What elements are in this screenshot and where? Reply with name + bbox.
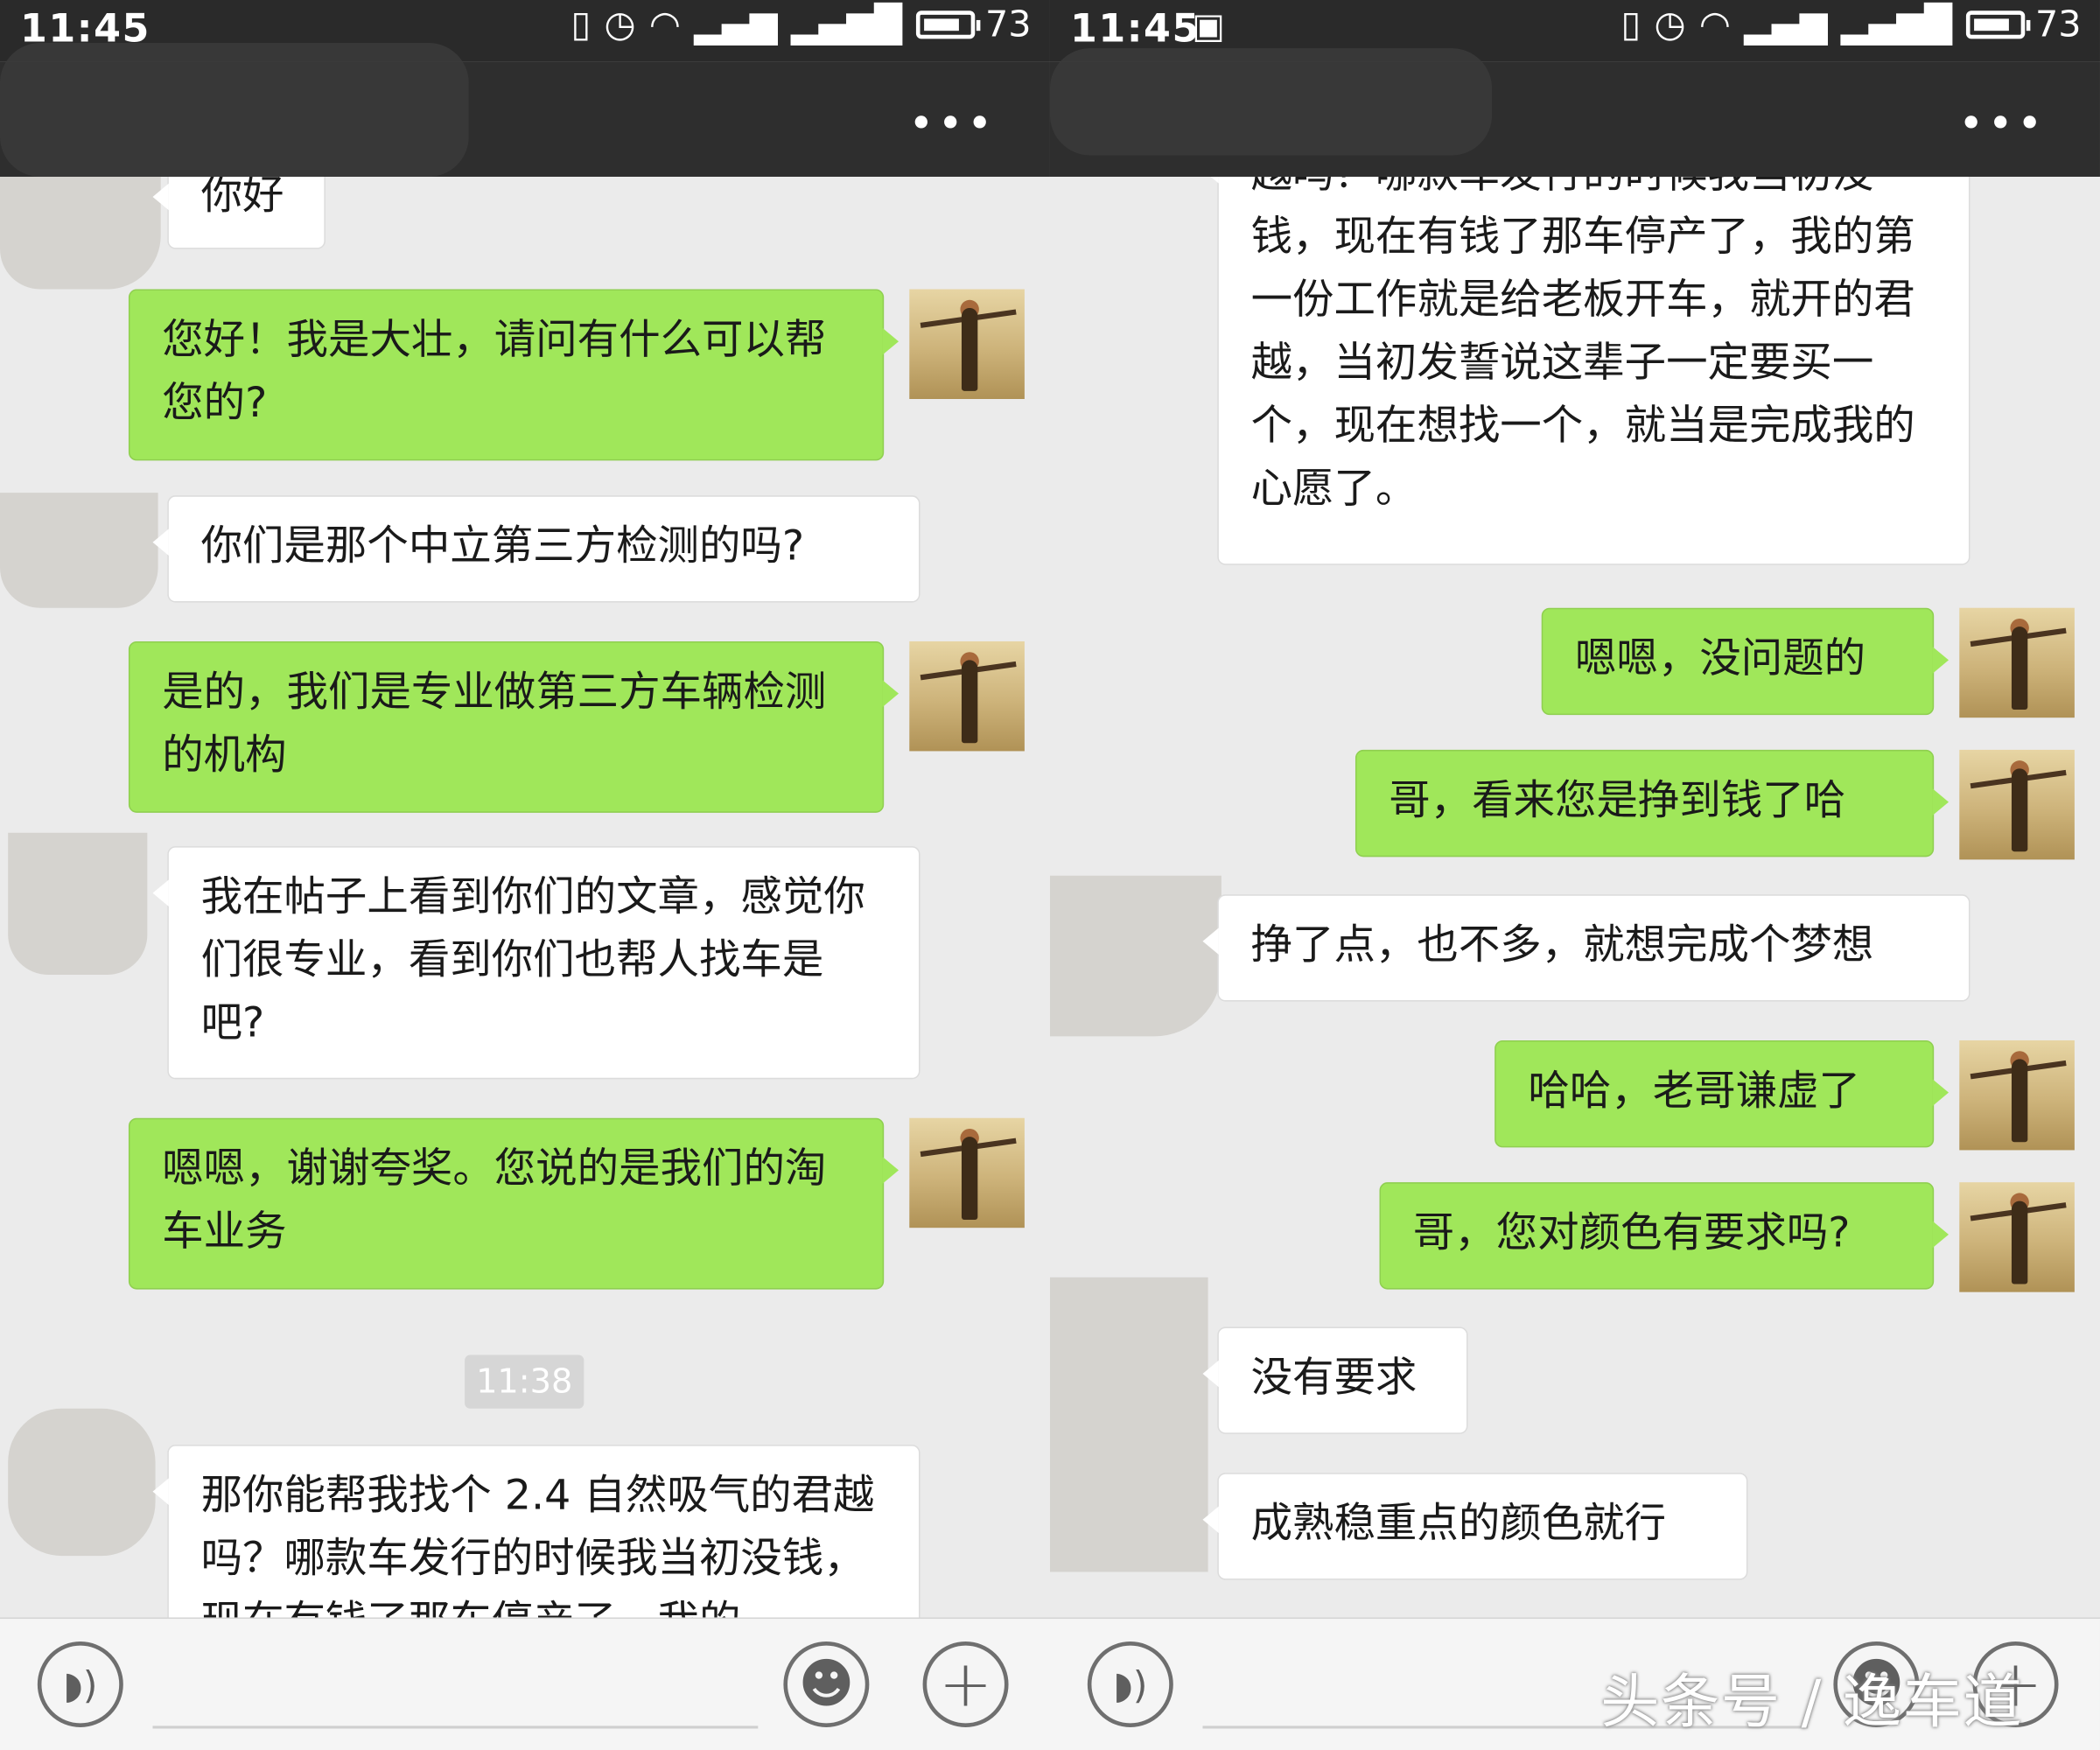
alarm-icon: ◷ <box>604 4 636 46</box>
redacted-avatar <box>0 493 158 608</box>
message-bubble-incoming: 我在帖子上看到你们的文章，感觉你们很专业，看到你们也帮人找车是吧? <box>152 846 920 1080</box>
voice-icon[interactable]: ◗) <box>1087 1642 1173 1727</box>
status-icons: ▯ ◷ ◠ ▂▄▆ ▂▄▆█ 73 <box>570 4 1031 46</box>
redacted-contact-name <box>1049 48 1493 156</box>
redacted-avatar <box>8 1408 156 1557</box>
battery-level: 73 <box>2034 4 2082 46</box>
wifi-icon: ◠ <box>1698 4 1731 46</box>
message-bubble-incoming: 你好 <box>152 176 326 249</box>
wifi-icon: ◠ <box>648 4 681 46</box>
avatar[interactable] <box>1959 607 2075 718</box>
right-chat-screen: 11:45 ▣ ▯ ◷ ◠ ▂▄▆ ▂▄▆█ 73 ••• 越吗？哪款车发行的时… <box>1049 0 2100 1750</box>
status-icons: ▯ ◷ ◠ ▂▄▆ ▂▄▆█ 73 <box>1620 4 2081 46</box>
message-bubble-incoming: 那你能帮我找个 2.4 自然吸气的君越吗？哪款车发行的时候我当初没钱，现在有钱了… <box>152 1445 920 1618</box>
signal-icon: ▂▄▆█ <box>1840 4 1953 46</box>
plus-icon[interactable]: + <box>922 1642 1009 1727</box>
message-bubble-outgoing: 哈哈，老哥谦虚了 <box>1494 1040 1950 1148</box>
signal-icon: ▂▄▆ <box>694 4 778 46</box>
battery-level: 73 <box>984 4 1032 46</box>
message-bubble-outgoing: 哥，您对颜色有要求吗? <box>1379 1182 1950 1290</box>
avatar[interactable] <box>1959 1040 2075 1151</box>
voice-icon[interactable]: ◗) <box>37 1642 123 1727</box>
redacted-avatar <box>8 832 148 975</box>
message-bubble-incoming: 成熟稳重点的颜色就行 <box>1202 1473 1748 1580</box>
redacted-avatar <box>0 176 161 290</box>
avatar[interactable] <box>1959 749 2075 860</box>
message-bubble-incoming: 你们是那个中立第三方检测的吗? <box>152 495 920 603</box>
avatar[interactable] <box>909 1117 1025 1228</box>
message-bubble-outgoing: 嗯嗯，没问题的 <box>1541 607 1950 716</box>
battery-indicator: 73 <box>1965 4 2082 46</box>
message-bubble-incoming: 挣了点，也不多，就想完成个梦想 <box>1202 894 1970 1002</box>
battery-icon <box>915 10 980 39</box>
message-bubble-outgoing: 是的，我们是专业做第三方车辆检测的机构 <box>128 640 900 813</box>
battery-indicator: 73 <box>915 4 1032 46</box>
chat-header: ••• <box>1049 48 2100 177</box>
screenshot-composite: 11:45 ▯ ◷ ◠ ▂▄▆ ▂▄▆█ 73 ••• 你好 您好！我是大壮，请… <box>0 0 2100 1750</box>
vibrate-icon: ▯ <box>570 4 592 46</box>
input-bar: ◗) ☻ + <box>0 1617 1050 1750</box>
left-chat-screen: 11:45 ▯ ◷ ◠ ▂▄▆ ▂▄▆█ 73 ••• 你好 您好！我是大壮，请… <box>0 0 1050 1750</box>
redacted-avatar <box>1049 1277 1208 1572</box>
watermark: 头条号 / 逸车道 <box>1600 1668 2024 1737</box>
signal-icon: ▂▄▆ <box>1744 4 1828 46</box>
alarm-icon: ◷ <box>1654 4 1686 46</box>
more-icon[interactable]: ••• <box>1958 102 2046 144</box>
redacted-avatar <box>1049 875 1222 1037</box>
image-icon: ▣ <box>1192 6 1225 47</box>
chat-timestamp: 11:38 <box>465 1354 584 1409</box>
redacted-contact-name <box>0 42 469 177</box>
message-input[interactable] <box>152 1726 759 1729</box>
avatar[interactable] <box>909 289 1025 399</box>
avatar[interactable] <box>909 640 1025 752</box>
chat-header: ••• <box>0 42 1050 177</box>
message-list[interactable]: 越吗？哪款车发行的时候我当初没钱，现在有钱了那车停产了，我的第一份工作就是给老板… <box>1049 176 2100 1617</box>
status-time: 11:45 <box>1069 5 1200 52</box>
message-bubble-incoming: 越吗？哪款车发行的时候我当初没钱，现在有钱了那车停产了，我的第一份工作就是给老板… <box>1202 176 1970 565</box>
message-list[interactable]: 你好 您好！我是大壮，请问有什么可以帮您的? 你们是那个中立第三方检测的吗? 是… <box>0 176 1050 1618</box>
message-bubble-outgoing: 哥，看来您是挣到钱了哈 <box>1354 749 1950 858</box>
message-bubble-outgoing: 嗯嗯，谢谢夸奖。您说的是我们的淘车业务 <box>128 1117 900 1290</box>
signal-icon: ▂▄▆█ <box>790 4 903 46</box>
emoji-icon[interactable]: ☻ <box>783 1642 870 1727</box>
avatar[interactable] <box>1959 1182 2075 1292</box>
more-icon[interactable]: ••• <box>908 102 996 144</box>
vibrate-icon: ▯ <box>1620 4 1642 46</box>
battery-icon <box>1965 10 2030 39</box>
message-bubble-outgoing: 您好！我是大壮，请问有什么可以帮您的? <box>128 289 900 461</box>
message-bubble-incoming: 没有要求 <box>1202 1326 1468 1434</box>
